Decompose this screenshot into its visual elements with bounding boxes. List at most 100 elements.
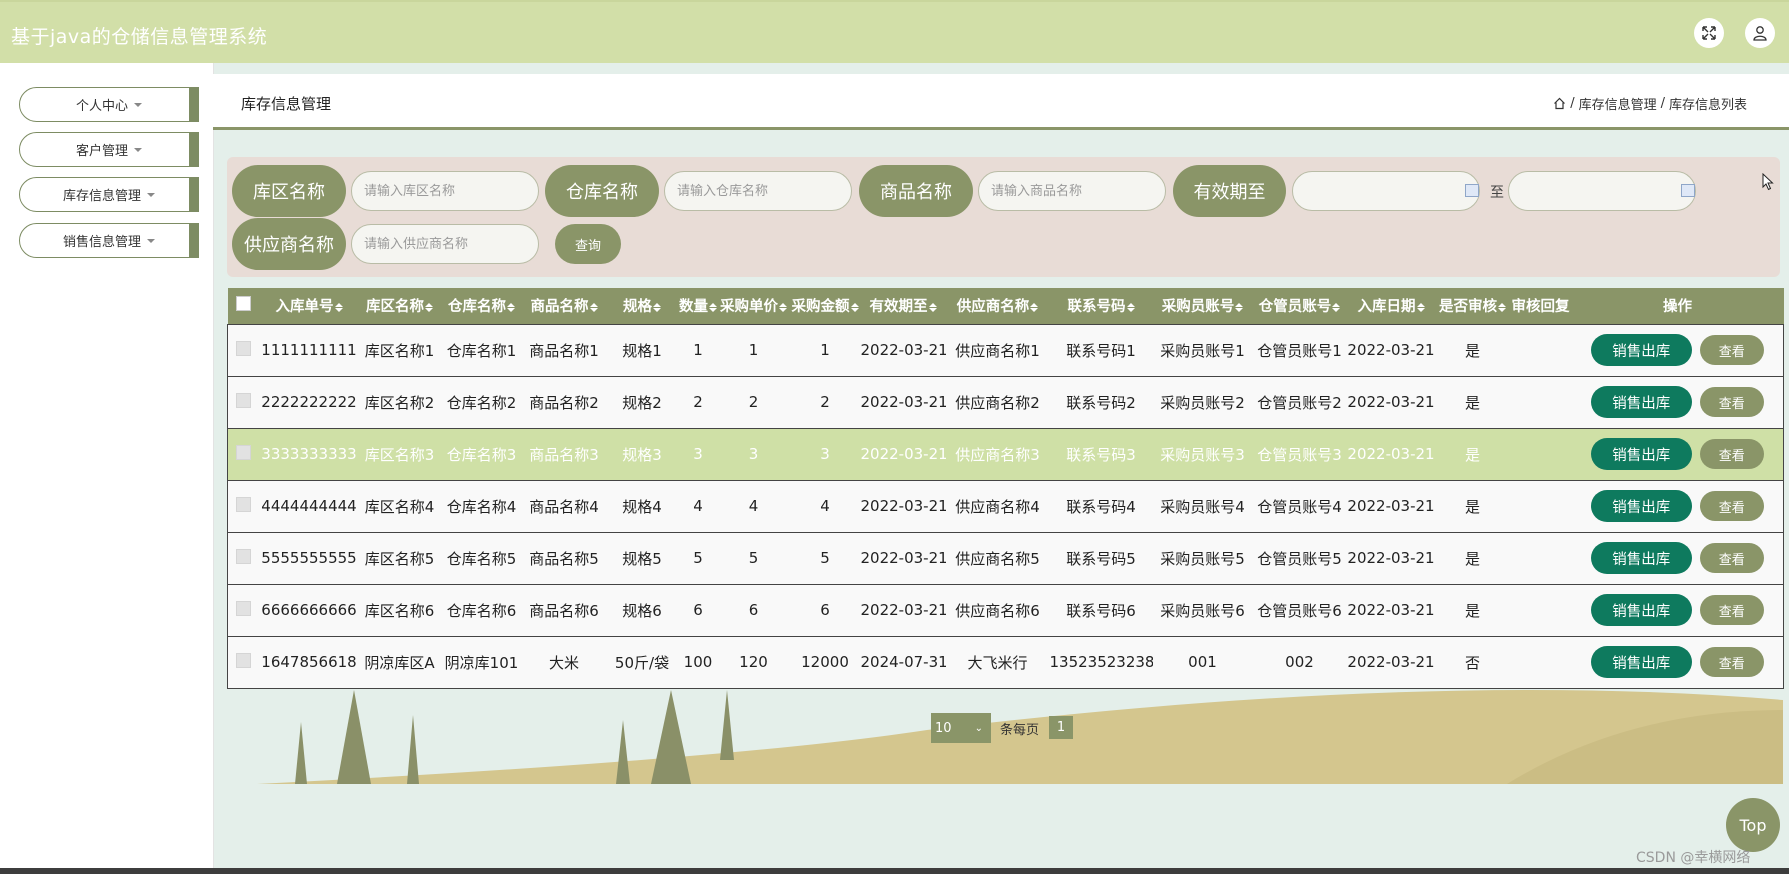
sidebar-item-inventory-management[interactable]: 库存信息管理	[19, 177, 199, 212]
row-select-cell[interactable]	[228, 532, 260, 584]
column-header[interactable]: 仓库名称	[441, 288, 523, 324]
column-header[interactable]: 采购员账号	[1153, 288, 1253, 324]
column-header[interactable]: 库区名称	[359, 288, 441, 324]
table-cell: 2022-03-21	[860, 341, 946, 359]
row-checkbox[interactable]	[236, 652, 252, 668]
sort-icon[interactable]	[653, 302, 661, 312]
sort-icon[interactable]	[1235, 302, 1244, 312]
product-name-input[interactable]	[978, 171, 1166, 211]
table-cell: 商品名称5	[529, 549, 599, 568]
column-header[interactable]: 联系号码	[1050, 288, 1153, 324]
sidebar-item-sales-management[interactable]: 销售信息管理	[19, 223, 199, 258]
fullscreen-button[interactable]	[1694, 18, 1724, 48]
page-number-current[interactable]: 1	[1049, 716, 1073, 739]
sort-icon[interactable]	[928, 302, 937, 312]
supplier-name-input[interactable]	[351, 224, 539, 264]
view-button[interactable]: 查看	[1699, 543, 1764, 573]
column-header[interactable]: 规格	[606, 288, 679, 324]
row-select-cell[interactable]	[228, 376, 260, 428]
view-button[interactable]: 查看	[1699, 647, 1764, 677]
column-header[interactable]: 入库日期	[1347, 288, 1436, 324]
sort-icon[interactable]	[1030, 302, 1039, 312]
sidebar-item-personal-center[interactable]: 个人中心	[19, 87, 199, 122]
sell-out-button[interactable]: 销售出库	[1590, 646, 1692, 678]
table-row[interactable]: 4444444444 库区名称4 仓库名称4 商品名称4 规格4 4 4 4 2022-03-2…	[227, 480, 1784, 532]
select-all-checkbox[interactable]	[236, 296, 251, 312]
page-size-select[interactable]: 10 ⌄	[931, 713, 991, 743]
row-select-cell[interactable]	[228, 324, 260, 376]
view-button[interactable]: 查看	[1699, 439, 1764, 469]
column-header[interactable]: 有效期至	[861, 288, 946, 324]
sort-icon[interactable]	[850, 302, 859, 312]
column-header[interactable]: 采购单价	[718, 288, 790, 324]
expiry-end-input[interactable]	[1508, 171, 1696, 211]
sort-icon[interactable]	[334, 302, 343, 312]
sort-icon[interactable]	[779, 302, 787, 312]
expiry-start-input[interactable]	[1292, 171, 1480, 211]
table-row[interactable]: 3333333333 库区名称3 仓库名称3 商品名称3 规格3 3 3 3 2022-03-2…	[227, 428, 1784, 480]
sell-out-button[interactable]: 销售出库	[1590, 334, 1692, 366]
row-checkbox[interactable]	[236, 496, 252, 512]
table-row[interactable]: 6666666666 库区名称6 仓库名称6 商品名称6 规格6 6 6 6 2022-03-2…	[227, 584, 1784, 636]
column-header[interactable]: 是否审核	[1436, 288, 1510, 324]
calendar-icon[interactable]	[1465, 184, 1479, 197]
sort-icon[interactable]	[589, 302, 598, 312]
view-button[interactable]: 查看	[1699, 387, 1764, 417]
table-cell: 供应商名称1	[955, 341, 1040, 360]
table-cell: 仓管员账号5	[1257, 549, 1342, 568]
query-button[interactable]: 查询	[555, 224, 621, 264]
sort-icon[interactable]	[1498, 302, 1506, 312]
table-row[interactable]: 5555555555 库区名称5 仓库名称5 商品名称5 规格5 5 5 5 2022-03-2…	[227, 532, 1784, 584]
sort-icon[interactable]	[1332, 302, 1341, 312]
column-header[interactable]: 采购金额	[790, 288, 861, 324]
sell-out-button[interactable]: 销售出库	[1590, 490, 1692, 522]
row-checkbox[interactable]	[236, 444, 252, 460]
sell-out-button[interactable]: 销售出库	[1590, 438, 1692, 470]
sort-icon[interactable]	[709, 302, 717, 312]
sort-icon[interactable]	[1416, 302, 1425, 312]
table-row[interactable]: 2222222222 库区名称2 仓库名称2 商品名称2 规格2 2 2 2 2022-03-2…	[227, 376, 1784, 428]
table-cell: 2024-07-31	[860, 653, 946, 671]
calendar-icon[interactable]	[1681, 184, 1695, 197]
row-checkbox[interactable]	[236, 600, 252, 616]
sell-out-button[interactable]: 销售出库	[1590, 542, 1692, 574]
view-button[interactable]: 查看	[1699, 491, 1764, 521]
row-select-cell[interactable]	[228, 480, 260, 532]
table-cell: 2022-03-21	[1347, 445, 1435, 463]
column-header[interactable]: 仓管员账号	[1253, 288, 1347, 324]
home-icon[interactable]	[1553, 97, 1566, 110]
column-header[interactable]: 供应商名称	[946, 288, 1050, 324]
row-select-cell[interactable]	[228, 584, 260, 636]
area-name-input[interactable]	[351, 171, 539, 211]
back-to-top-button[interactable]: Top	[1726, 798, 1780, 852]
column-header[interactable]: 入库单号	[260, 288, 359, 324]
row-select-cell[interactable]	[228, 636, 260, 688]
table-row[interactable]: 1111111111 库区名称1 仓库名称1 商品名称1 规格1 1 1 1 2022-03-2…	[227, 324, 1784, 376]
table-cell: 5	[820, 549, 830, 567]
view-button[interactable]: 查看	[1699, 335, 1764, 365]
column-header[interactable]: 数量	[679, 288, 718, 324]
select-all-cell[interactable]	[228, 288, 260, 324]
user-menu-button[interactable]	[1745, 18, 1775, 48]
row-select-cell[interactable]	[228, 428, 260, 480]
table-row[interactable]: 1647856618 阴凉库区A 阴凉库101 大米 50斤/袋 100 120 12000 2…	[227, 636, 1784, 688]
view-button[interactable]: 查看	[1699, 595, 1764, 625]
warehouse-name-input[interactable]	[664, 171, 852, 211]
table-cell: 仓库名称6	[446, 601, 517, 620]
row-checkbox[interactable]	[236, 392, 252, 408]
sidebar: 个人中心 客户管理 库存信息管理 销售信息管理	[0, 63, 214, 874]
table-cell: 否	[1464, 653, 1480, 672]
sort-icon[interactable]	[507, 302, 515, 312]
table-cell: 100	[683, 653, 713, 671]
sell-out-button[interactable]: 销售出库	[1590, 594, 1692, 626]
sort-icon[interactable]	[1126, 302, 1135, 312]
row-checkbox[interactable]	[236, 340, 252, 356]
row-checkbox[interactable]	[236, 548, 252, 564]
column-header[interactable]: 商品名称	[523, 288, 606, 324]
sidebar-item-customer-management[interactable]: 客户管理	[19, 132, 199, 167]
breadcrumb-item-inventory[interactable]: 库存信息管理	[1579, 94, 1657, 113]
sell-out-button[interactable]: 销售出库	[1590, 386, 1692, 418]
sort-icon[interactable]	[425, 302, 433, 312]
expand-icon	[1702, 26, 1716, 40]
table-cell: 阴凉库区A	[364, 653, 435, 672]
